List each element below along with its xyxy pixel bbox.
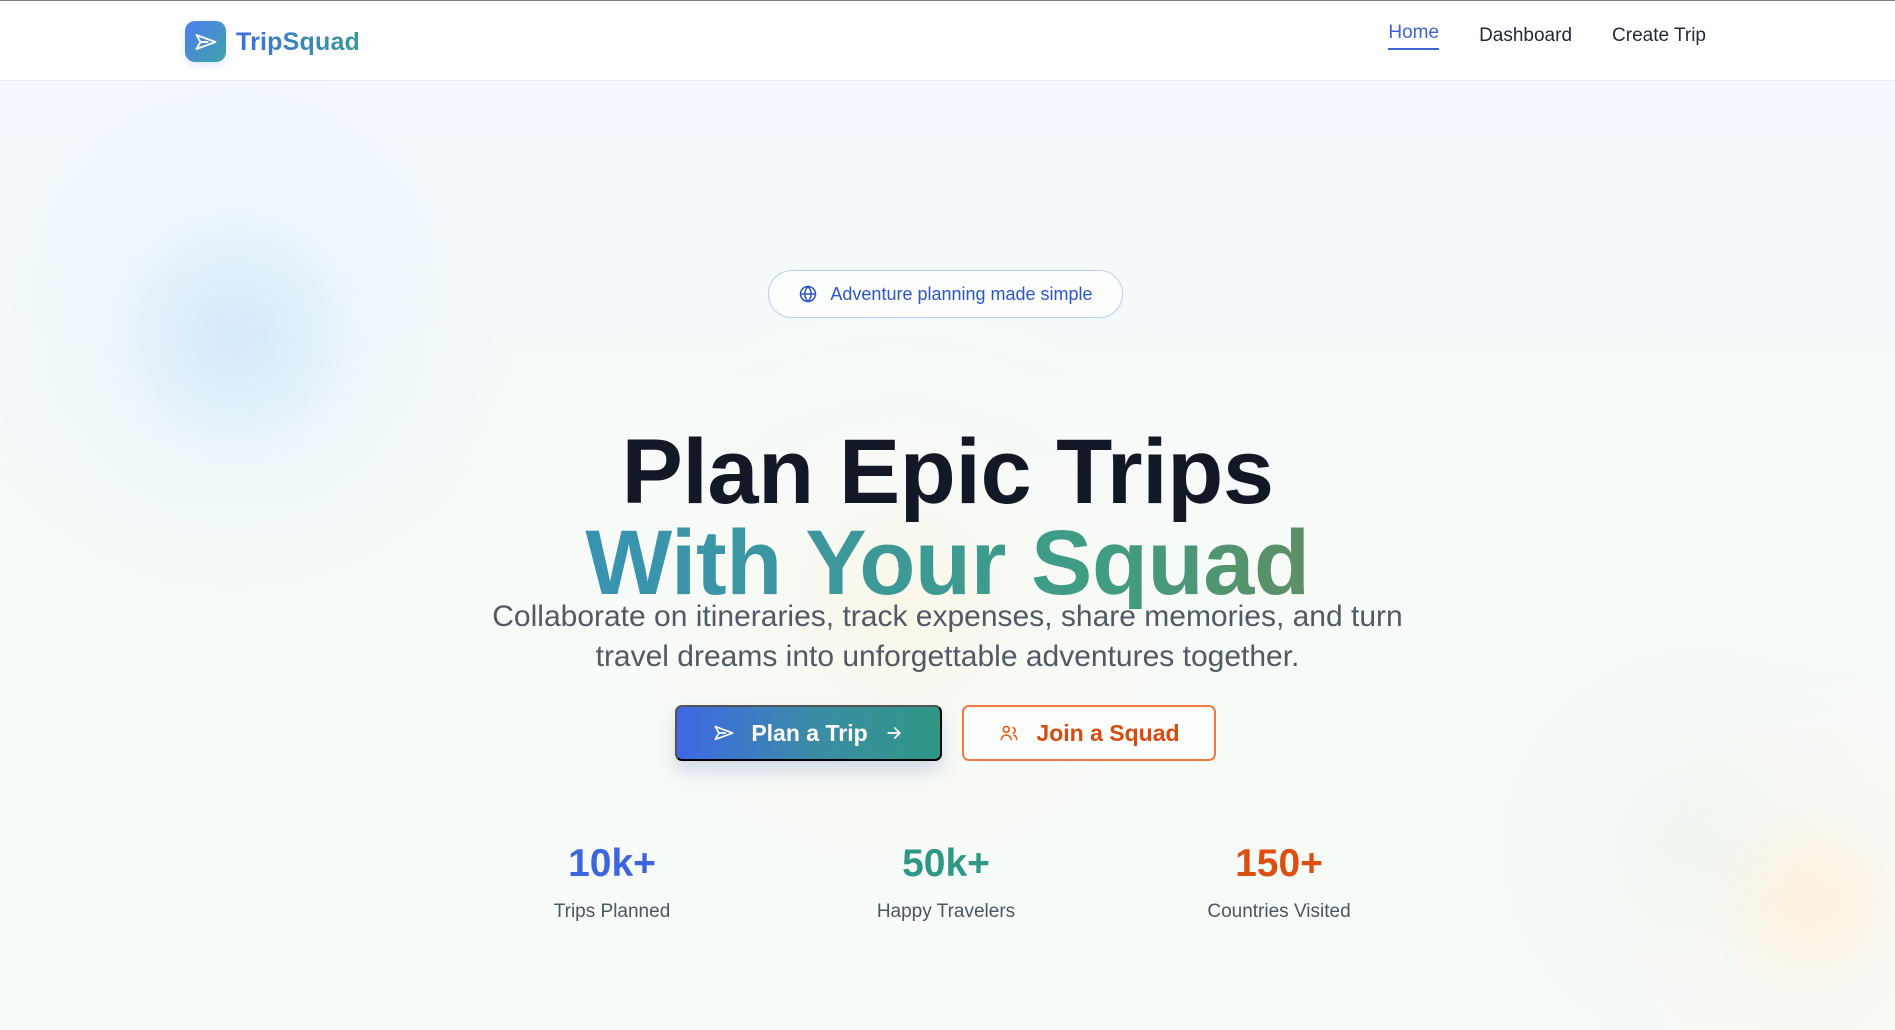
- main-nav: Home Dashboard Create Trip: [1388, 22, 1706, 52]
- stat-value: 50k+: [902, 842, 990, 885]
- nav-dashboard[interactable]: Dashboard: [1479, 25, 1572, 52]
- brand[interactable]: TripSquad: [185, 21, 360, 62]
- plan-trip-button[interactable]: Plan a Trip: [675, 705, 942, 761]
- plane-icon: [185, 21, 226, 62]
- join-squad-button[interactable]: Join a Squad: [962, 705, 1216, 761]
- top-navigation: TripSquad Home Dashboard Create Trip: [0, 1, 1895, 81]
- stat-value: 10k+: [568, 842, 656, 885]
- feature-badge-text: Adventure planning made simple: [830, 283, 1093, 304]
- nav-home[interactable]: Home: [1388, 22, 1440, 50]
- hero-section: Adventure planning made simple Plan Epic…: [0, 82, 1895, 1030]
- stat-trips-planned: 10k+ Trips Planned: [502, 844, 722, 924]
- feature-badge: Adventure planning made simple: [768, 270, 1123, 318]
- subtitle-line-2: travel dreams into unforgettable adventu…: [595, 640, 1300, 673]
- globe-icon: [798, 284, 818, 304]
- subtitle-line-1: Collaborate on itineraries, track expens…: [492, 600, 1403, 633]
- stat-label: Happy Travelers: [876, 901, 1016, 922]
- join-squad-label: Join a Squad: [1036, 719, 1180, 746]
- stat-happy-travelers: 50k+ Happy Travelers: [836, 844, 1056, 924]
- stat-label: Countries Visited: [1207, 901, 1351, 922]
- stat-countries-visited: 150+ Countries Visited: [1169, 844, 1389, 924]
- nav-create-trip[interactable]: Create Trip: [1612, 25, 1706, 52]
- stat-value: 150+: [1235, 842, 1323, 885]
- headline-line-1: Plan Epic Trips: [621, 420, 1274, 523]
- hero-subtitle: Collaborate on itineraries, track expens…: [470, 597, 1425, 677]
- headline-line-2: With Your Squad: [0, 517, 1895, 609]
- landing-page: TripSquad Home Dashboard Create Trip Adv…: [0, 0, 1895, 1030]
- users-icon: [998, 722, 1020, 744]
- arrow-right-icon: [884, 723, 904, 743]
- hero-stats: 10k+ Trips Planned 50k+ Happy Travelers …: [0, 844, 1895, 944]
- brand-name: TripSquad: [236, 28, 361, 56]
- plane-icon: [713, 722, 735, 744]
- stat-label: Trips Planned: [553, 901, 671, 922]
- plan-trip-label: Plan a Trip: [751, 719, 868, 746]
